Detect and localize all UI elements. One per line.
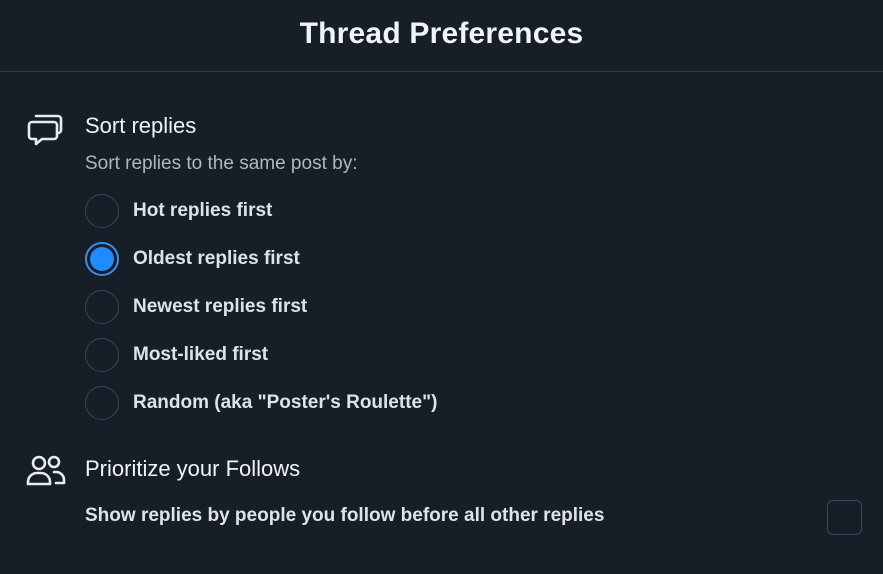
prioritize-follows-checkbox[interactable]	[827, 500, 862, 535]
radio-label: Oldest replies first	[133, 248, 300, 269]
radio-button[interactable]	[85, 338, 119, 372]
prioritize-follows-title: Prioritize your Follows	[85, 456, 301, 481]
radio-option-oldest[interactable]: Oldest replies first	[85, 241, 300, 277]
radio-button[interactable]	[85, 386, 119, 420]
people-icon	[26, 451, 66, 491]
chat-bubbles-icon	[26, 108, 66, 148]
radio-label: Hot replies first	[133, 200, 273, 221]
sort-replies-subtitle: Sort replies to the same post by:	[85, 153, 358, 174]
radio-label: Newest replies first	[133, 296, 308, 317]
radio-label: Most-liked first	[133, 344, 269, 365]
sort-replies-title: Sort replies	[85, 113, 197, 138]
radio-label: Random (aka "Poster's Roulette")	[133, 392, 438, 413]
radio-button[interactable]	[85, 290, 119, 324]
prioritize-follows-description: Show replies by people you follow before…	[85, 505, 605, 526]
header: Thread Preferences	[0, 0, 883, 72]
radio-option-hot[interactable]: Hot replies first	[85, 193, 272, 229]
radio-button-selected[interactable]	[85, 242, 119, 276]
page-title: Thread Preferences	[299, 16, 584, 50]
radio-option-most-liked[interactable]: Most-liked first	[85, 337, 268, 373]
radio-option-random[interactable]: Random (aka "Poster's Roulette")	[85, 385, 437, 421]
radio-button[interactable]	[85, 194, 119, 228]
radio-option-newest[interactable]: Newest replies first	[85, 289, 307, 325]
